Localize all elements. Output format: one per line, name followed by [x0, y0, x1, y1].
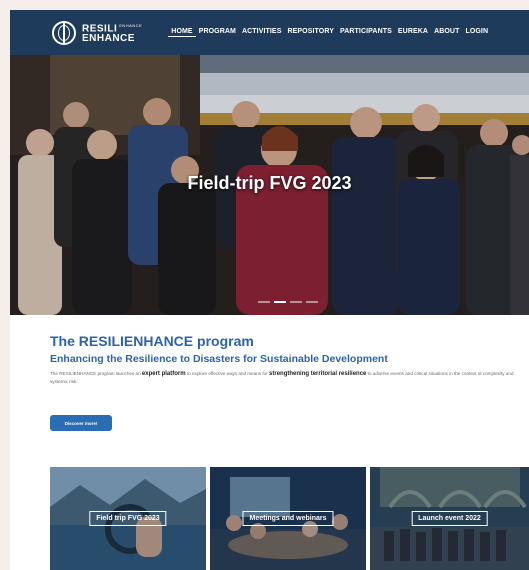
- nav-program[interactable]: PROGRAM: [196, 28, 239, 37]
- nav-home[interactable]: HOME: [168, 28, 196, 37]
- slider-dot-1[interactable]: [258, 301, 270, 303]
- slider-dot-4[interactable]: [306, 301, 318, 303]
- program-subtitle: Enhancing the Resilience to Disasters fo…: [50, 353, 388, 365]
- card-meetings[interactable]: Meetings and webinars: [210, 467, 366, 570]
- nav-about[interactable]: ABOUT: [431, 28, 462, 37]
- card-field-trip[interactable]: Field trip FVG 2023: [50, 467, 206, 570]
- card-launch-event-label: Launch event 2022: [411, 511, 488, 526]
- nav-activities[interactable]: ACTIVITIES: [239, 28, 285, 37]
- logo-line2: ENHANCE: [82, 33, 135, 45]
- slider-dot-2[interactable]: [274, 301, 286, 303]
- card-launch-event[interactable]: Launch event 2022: [370, 467, 529, 570]
- program-title: The RESILIENHANCE program: [50, 333, 254, 349]
- description-part-b: expert platform: [141, 371, 186, 377]
- page-frame: RESILI ENHANCE ENHANCE HOME PROGRAM ACTIV…: [10, 10, 529, 570]
- description-part-d: strengthening territorial resilience: [269, 371, 367, 377]
- hero-caption: Field-trip FVG 2023: [187, 173, 352, 193]
- nav-participants[interactable]: PARTICIPANTS: [337, 28, 395, 37]
- discover-more-button[interactable]: Discover more!: [50, 415, 112, 431]
- logo-wordmark: RESILI ENHANCE ENHANCE: [82, 21, 142, 44]
- nav-login[interactable]: LOGIN: [462, 28, 491, 37]
- program-description: The RESILIENHANCE program launches an ex…: [50, 370, 515, 386]
- site-header: RESILI ENHANCE ENHANCE HOME PROGRAM ACTIV…: [10, 10, 529, 55]
- slider-dot-3[interactable]: [290, 301, 302, 303]
- card-field-trip-label: Field trip FVG 2023: [89, 511, 167, 526]
- description-part-c: to explore effective ways and means for: [185, 371, 270, 376]
- nav-repository[interactable]: REPOSITORY: [284, 28, 337, 37]
- description-part-a: The RESILIENHANCE program launches an: [50, 371, 142, 376]
- card-meetings-label: Meetings and webinars: [242, 511, 334, 526]
- slider-dots: [258, 301, 318, 303]
- hero-slider[interactable]: Field-trip FVG 2023: [10, 55, 529, 315]
- nav-eureka[interactable]: EUREKA: [395, 28, 431, 37]
- logo-line1-small: ENHANCE: [119, 22, 143, 28]
- logo-icon: [52, 20, 76, 45]
- site-logo[interactable]: RESILI ENHANCE ENHANCE: [52, 20, 142, 45]
- main-nav: HOME PROGRAM ACTIVITIES REPOSITORY PARTI…: [168, 28, 491, 37]
